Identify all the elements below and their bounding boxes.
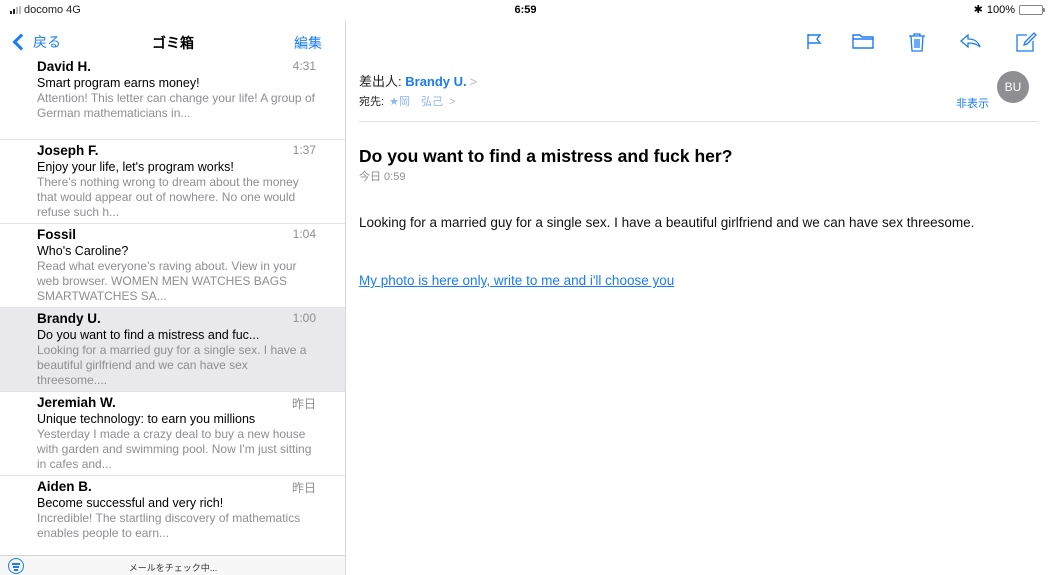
- mail-time: 4:31: [292, 59, 316, 73]
- mail-subject: Unique technology: to earn you millions: [37, 412, 256, 426]
- message-pane: 差出人: Brandy U. > 宛先: ★岡 弘己 > 非表示 BU Do yo…: [347, 20, 1051, 575]
- mail-check-status: メールをチェック中...: [128, 563, 218, 573]
- mail-preview: Read what everyone's raving about. View …: [37, 259, 297, 303]
- message-date: 今日 0:59: [359, 171, 406, 183]
- message-body: Looking for a married guy for a single s…: [359, 215, 975, 230]
- mail-sender: Joseph F.: [37, 143, 99, 158]
- mail-preview: Yesterday I made a crazy deal to buy a n…: [37, 427, 312, 471]
- message-link[interactable]: My photo is here only, write to me and i…: [359, 273, 674, 288]
- chevron-right-icon: >: [449, 96, 456, 108]
- mail-time: 1:04: [292, 227, 316, 241]
- folder-icon[interactable]: [852, 32, 874, 55]
- mail-subject: Do you want to find a mistress and fuc..…: [37, 328, 260, 342]
- message-header: 差出人: Brandy U. > 宛先: ★岡 弘己 > 非表示 BU: [359, 66, 1039, 122]
- mail-item[interactable]: Joseph F. 1:37 Enjoy your life, let's pr…: [0, 140, 345, 224]
- mail-item[interactable]: Fossil 1:04 Who's Caroline? Read what ev…: [0, 224, 345, 308]
- mail-item[interactable]: Jeremiah W. 昨日 Unique technology: to ear…: [0, 392, 345, 476]
- trash-icon[interactable]: [907, 32, 927, 57]
- flag-icon[interactable]: [805, 32, 823, 55]
- mail-item[interactable]: David H. 4:31 Smart program earns money!…: [0, 56, 345, 140]
- mail-item[interactable]: Aiden B. 昨日 Become successful and very r…: [0, 476, 345, 556]
- mail-sender: Jeremiah W.: [37, 395, 116, 410]
- from-name[interactable]: Brandy U.: [405, 74, 466, 89]
- chevron-right-icon: >: [469, 74, 478, 89]
- mail-time: 昨日: [291, 481, 316, 495]
- mail-preview: Looking for a married guy for a single s…: [37, 343, 307, 387]
- reply-icon[interactable]: [959, 32, 981, 55]
- status-right: ✱ 100%: [973, 3, 1045, 16]
- mail-time: 1:00: [292, 311, 316, 325]
- battery-percent: 100%: [986, 3, 1015, 16]
- mail-list: David H. 4:31 Smart program earns money!…: [0, 56, 345, 556]
- mail-subject: Who's Caroline?: [37, 244, 129, 258]
- mail-preview: Incredible! The startling discovery of m…: [37, 511, 301, 540]
- mail-sender: Brandy U.: [37, 311, 101, 326]
- mail-subject: Become successful and very rich!: [37, 496, 224, 510]
- mailbox-nav-bar: 戻る ゴミ箱 編集: [0, 20, 345, 56]
- message-toolbar: [347, 20, 1051, 60]
- message-subject: Do you want to find a mistress and fuck …: [359, 146, 733, 166]
- mail-subject: Enjoy your life, let's program works!: [37, 160, 234, 174]
- status-time: 6:59: [514, 4, 537, 16]
- to-line: 宛先: ★岡 弘己 >: [359, 93, 456, 109]
- battery-icon: [1019, 4, 1045, 15]
- mail-preview: There's nothing wrong to dream about the…: [37, 175, 299, 219]
- from-label: 差出人:: [359, 74, 402, 89]
- mail-time: 1:37: [292, 143, 316, 157]
- avatar[interactable]: BU: [997, 71, 1029, 103]
- hide-details-link[interactable]: 非表示: [956, 95, 989, 111]
- mail-sender: Aiden B.: [37, 479, 92, 494]
- mail-subject: Smart program earns money!: [37, 76, 200, 90]
- mailbox-pane: 戻る ゴミ箱 編集 David H. 4:31 Smart program ea…: [0, 20, 346, 575]
- from-line: 差出人: Brandy U. >: [359, 71, 477, 90]
- edit-button[interactable]: 編集: [294, 33, 322, 53]
- mailbox-footer: メールをチェック中...: [0, 555, 345, 575]
- status-bar: docomo 4G 6:59 ✱ 100%: [0, 0, 1051, 20]
- mail-item-selected[interactable]: Brandy U. 1:00 Do you want to find a mis…: [0, 308, 345, 392]
- to-label: 宛先:: [359, 96, 385, 108]
- mail-preview: Attention! This letter can change your l…: [37, 91, 315, 120]
- mail-time: 昨日: [291, 397, 316, 411]
- bluetooth-icon: ✱: [973, 4, 983, 16]
- mail-sender: Fossil: [37, 227, 77, 242]
- mail-sender: David H.: [37, 59, 92, 74]
- to-name[interactable]: ★岡 弘己: [389, 96, 443, 108]
- compose-icon[interactable]: [1015, 32, 1037, 57]
